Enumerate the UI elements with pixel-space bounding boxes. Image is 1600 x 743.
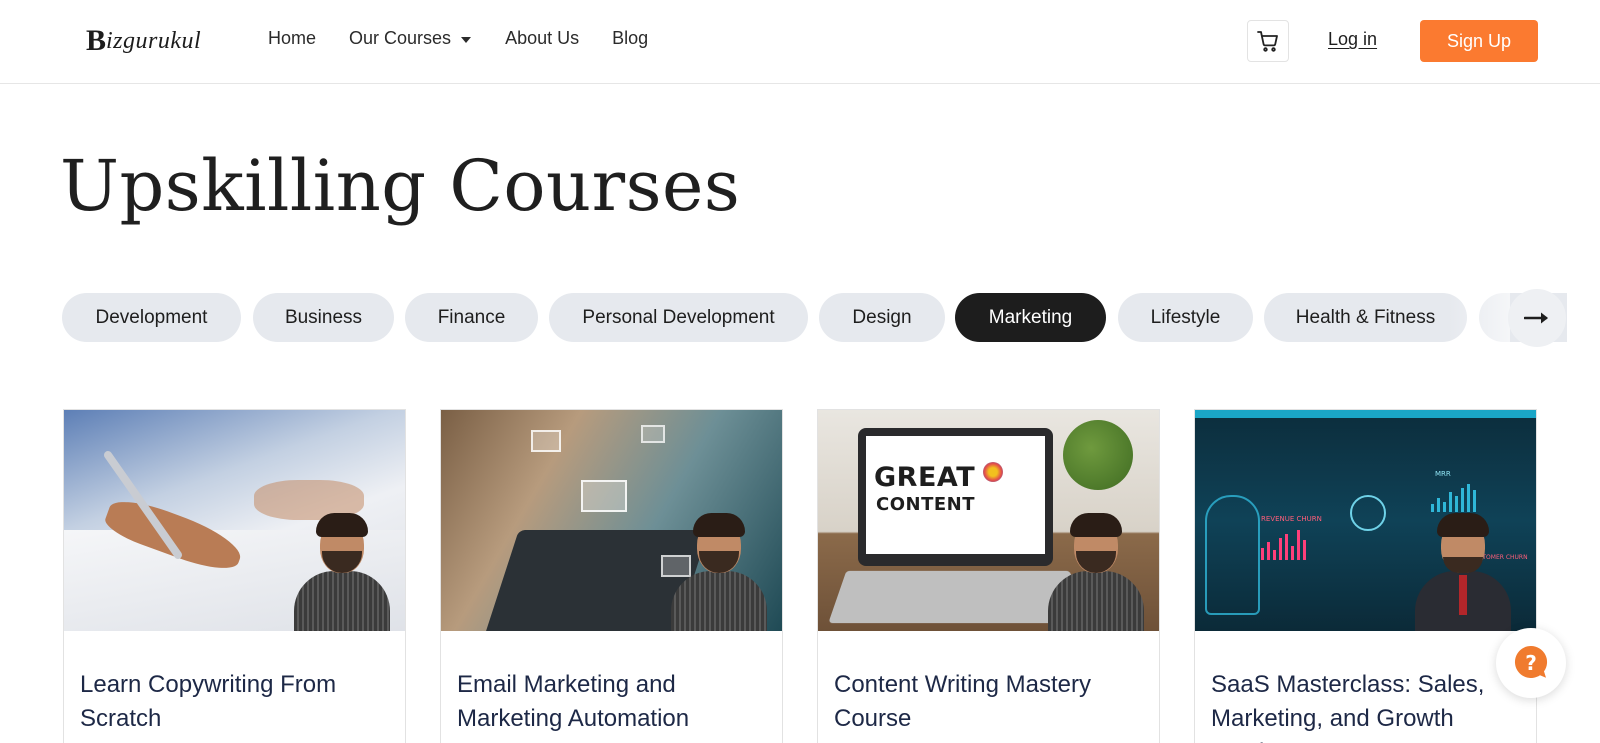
main-nav: Home Our Courses About Us Blog — [268, 28, 648, 49]
nav-our-courses-label: Our Courses — [349, 28, 452, 48]
tab-lifestyle[interactable]: Lifestyle — [1118, 293, 1253, 342]
logo-letter: B — [86, 24, 111, 57]
signup-button[interactable]: Sign Up — [1420, 20, 1538, 62]
question-icon: ? — [1514, 645, 1548, 678]
login-link[interactable]: Log in — [1328, 29, 1377, 50]
instructor-photo — [671, 513, 767, 631]
course-card[interactable]: Email Marketing and Marketing Automation — [440, 409, 783, 743]
bizgurukul-logo[interactable]: B izgurukul — [86, 24, 201, 58]
course-title: Email Marketing and Marketing Automation — [457, 671, 690, 732]
tab-health-fitness[interactable]: Health & Fitness — [1264, 293, 1467, 342]
thumb-bars — [1261, 528, 1306, 560]
instructor-photo — [1048, 513, 1144, 631]
thumb-text-content: CONTENT — [876, 494, 975, 515]
nav-about-us[interactable]: About Us — [505, 28, 579, 49]
course-title: Content Writing Mastery Course — [834, 671, 1091, 732]
nav-home[interactable]: Home — [268, 28, 316, 49]
help-button[interactable]: ? — [1496, 628, 1566, 698]
nav-our-courses[interactable]: Our Courses — [349, 28, 472, 49]
thumb-text-great: GREAT — [874, 462, 976, 493]
arrow-right-icon — [1524, 312, 1548, 324]
tabs-fade — [1448, 293, 1510, 342]
course-thumbnail — [64, 410, 405, 631]
thumb-label-revenue: REVENUE CHURN — [1261, 515, 1322, 523]
course-card[interactable]: GREAT CONTENT Content Writing Mastery Co… — [817, 409, 1160, 743]
cart-icon — [1257, 31, 1278, 52]
tab-business[interactable]: Business — [253, 293, 394, 342]
tab-marketing[interactable]: Marketing — [955, 293, 1106, 342]
category-tabs: Development Business Finance Personal De… — [62, 293, 1567, 343]
cart-button[interactable] — [1247, 20, 1289, 62]
instructor-photo — [294, 513, 390, 631]
scroll-right-button[interactable] — [1508, 289, 1566, 347]
logo-text: izgurukul — [106, 27, 202, 54]
page-title: Upskilling Courses — [60, 145, 741, 227]
course-thumbnail: GREAT CONTENT — [818, 410, 1159, 631]
thumb-label-mrr: MRR — [1435, 470, 1451, 478]
course-thumbnail: REVENUE CHURN MRR CUSTOMER CHURN — [1195, 410, 1536, 631]
thumb-bars-mrr — [1431, 482, 1476, 512]
tab-personal-development[interactable]: Personal Development — [549, 293, 808, 342]
tab-development[interactable]: Development — [62, 293, 241, 342]
course-title: SaaS Masterclass: Sales, Marketing, and … — [1211, 671, 1485, 743]
tab-finance[interactable]: Finance — [405, 293, 538, 342]
caret-down-icon — [461, 36, 472, 43]
instructor-photo — [1415, 513, 1511, 631]
course-title: Learn Copywriting From Scratch — [80, 671, 337, 732]
svg-text:?: ? — [1525, 651, 1537, 675]
site-header: B izgurukul Home Our Courses About Us Bl… — [0, 0, 1600, 84]
course-card[interactable]: Learn Copywriting From Scratch — [63, 409, 406, 743]
course-thumbnail — [441, 410, 782, 631]
course-card[interactable]: REVENUE CHURN MRR CUSTOMER CHURN SaaS Ma… — [1194, 409, 1537, 743]
tab-design[interactable]: Design — [819, 293, 945, 342]
nav-blog[interactable]: Blog — [612, 28, 648, 49]
